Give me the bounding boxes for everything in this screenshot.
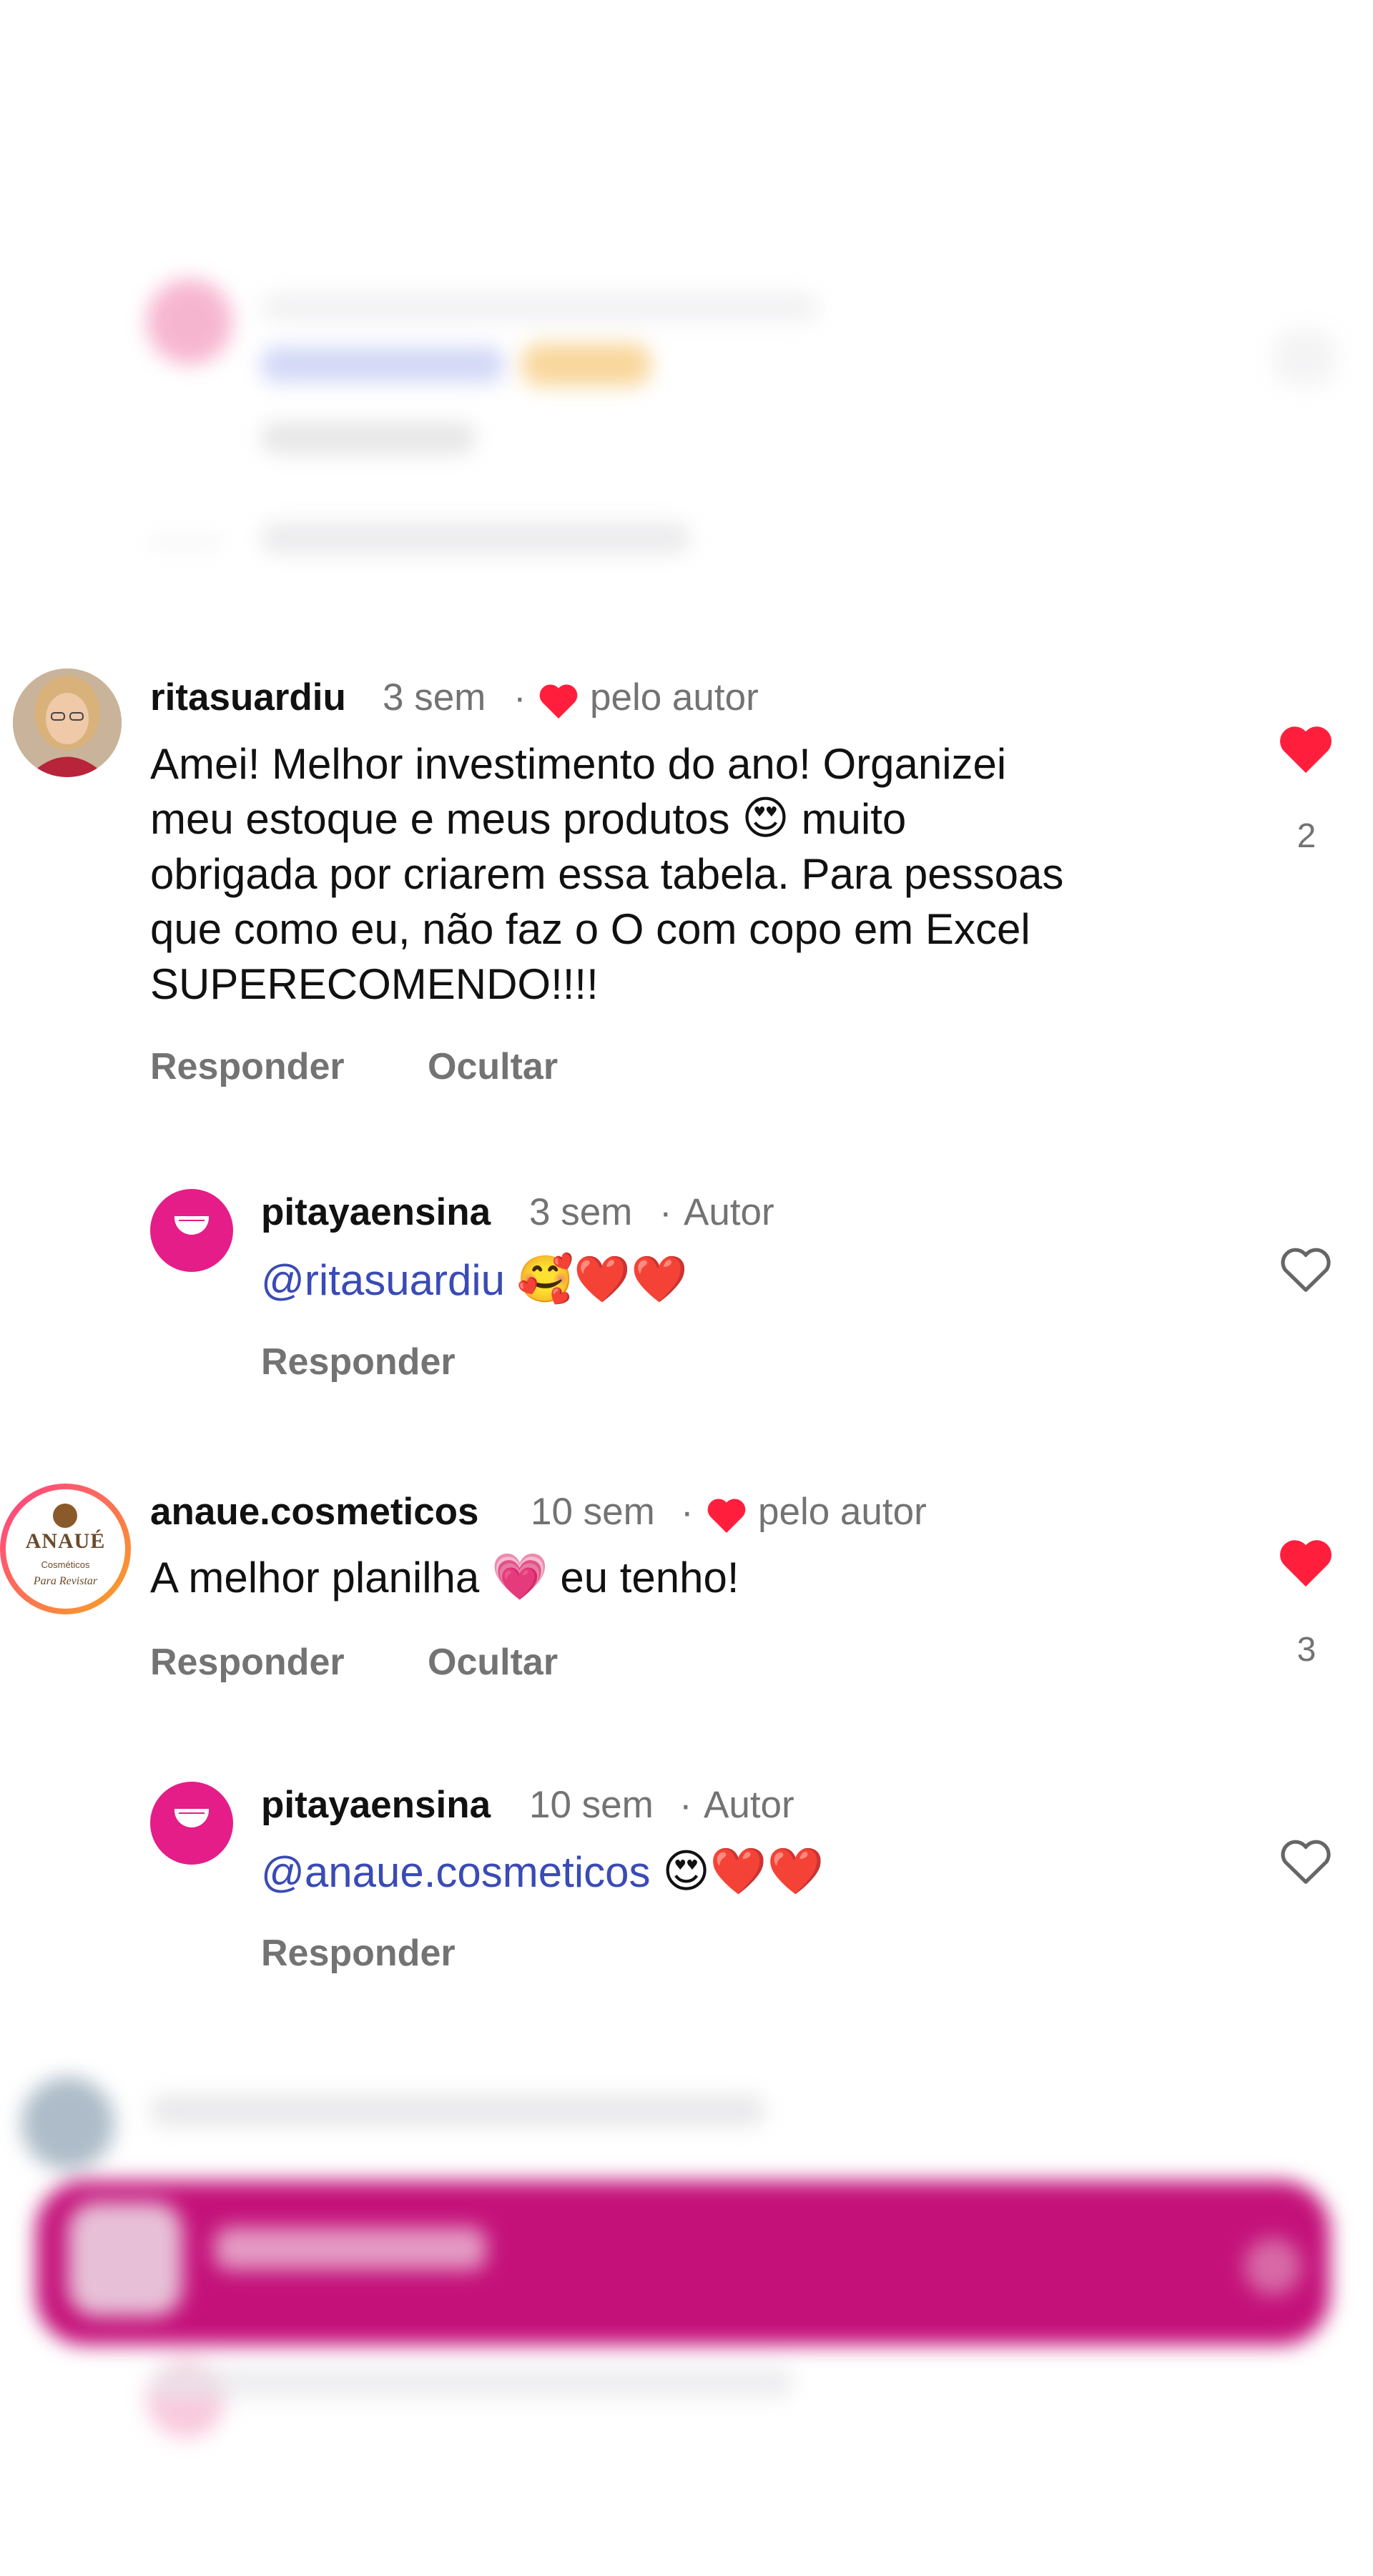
reply-button[interactable]: Responder xyxy=(150,1641,345,1684)
like-heart-icon[interactable] xyxy=(1278,724,1334,777)
pink-heart-emoji: 💗 xyxy=(491,1551,548,1604)
blurred-previous-comment xyxy=(0,236,1373,608)
liked-by-author-heart-icon xyxy=(538,683,579,722)
reply-username[interactable]: pitayaensina xyxy=(261,1190,491,1234)
comment-line: obrigada por criarem essa tabela. Para p… xyxy=(150,850,1064,898)
comment-text: eu tenho! xyxy=(560,1554,739,1602)
author-tag: Autor xyxy=(704,1784,794,1826)
avatar-sub-text: Cosméticos xyxy=(41,1559,90,1570)
reply-body: @ritasuardiu 🥰❤️❤️ xyxy=(261,1253,688,1308)
comment-username[interactable]: ritasuardiu xyxy=(150,676,346,719)
reply-button[interactable]: Responder xyxy=(261,1341,456,1383)
mention-link[interactable]: @anaue.cosmeticos xyxy=(261,1848,651,1896)
blurred-notification-area xyxy=(0,2059,1373,2459)
comment-time: 3 sem xyxy=(383,676,486,719)
comment-time: 10 sem xyxy=(531,1491,655,1533)
reply-username[interactable]: pitayaensina xyxy=(261,1783,491,1827)
comment-body: Amei! Melhor investimento do ano! Organi… xyxy=(150,736,1266,1012)
hide-button[interactable]: Ocultar xyxy=(428,1641,558,1684)
avatar-anaue-cosmeticos[interactable]: ANAUÉ Cosméticos Para Revistar xyxy=(0,1484,131,1614)
comment-line: meu estoque e meus produtos 😍 muito xyxy=(150,791,1266,847)
hide-button[interactable]: Ocultar xyxy=(428,1045,558,1088)
reply-time: 10 sem xyxy=(529,1784,654,1826)
comment-body: A melhor planilha 💗 eu tenho! xyxy=(150,1550,739,1605)
reply-button[interactable]: Responder xyxy=(150,1045,345,1088)
avatar-pitayaensina[interactable] xyxy=(150,1782,233,1865)
comment-username[interactable]: anaue.cosmeticos xyxy=(150,1490,479,1534)
comment-line-part: meu estoque e meus produtos xyxy=(150,795,730,843)
avatar-ritasuardiu[interactable] xyxy=(13,668,122,777)
liked-by-author-label: pelo autor xyxy=(590,676,759,719)
brand-seed-icon xyxy=(53,1504,77,1528)
like-heart-outline-icon[interactable] xyxy=(1278,1836,1334,1890)
reply-body: @anaue.cosmeticos 😍❤️❤️ xyxy=(261,1845,824,1900)
meta-separator: · xyxy=(681,1491,694,1533)
like-heart-icon[interactable] xyxy=(1278,1537,1334,1591)
reply-button[interactable]: Responder xyxy=(261,1932,456,1975)
comment-line: Amei! Melhor investimento do ano! Organi… xyxy=(150,740,1007,788)
meta-separator: · xyxy=(513,676,526,719)
emoji-group: 🥰❤️❤️ xyxy=(516,1253,688,1306)
meta-separator: · xyxy=(679,1784,692,1826)
comment-line: que como eu, não faz o O com copo em Exc… xyxy=(150,905,1030,953)
like-count: 2 xyxy=(1296,817,1317,855)
comment-text: A melhor planilha xyxy=(150,1554,480,1602)
avatar-brand-text: ANAUÉ xyxy=(25,1529,106,1553)
liked-by-author-label: pelo autor xyxy=(758,1491,927,1533)
liked-by-author-heart-icon xyxy=(706,1497,747,1536)
heart-eyes-emoji: 😍 xyxy=(742,792,789,845)
comment-line-part: muito xyxy=(801,795,907,843)
author-tag: Autor xyxy=(684,1191,774,1233)
like-count: 3 xyxy=(1296,1631,1317,1669)
avatar-script-text: Para Revistar xyxy=(33,1575,98,1587)
reply-time: 3 sem xyxy=(529,1191,633,1233)
avatar-pitayaensina[interactable] xyxy=(150,1189,233,1272)
meta-separator: · xyxy=(659,1191,672,1233)
like-heart-outline-icon[interactable] xyxy=(1278,1244,1334,1298)
emoji-group: 😍❤️❤️ xyxy=(662,1845,825,1898)
mention-link[interactable]: @ritasuardiu xyxy=(261,1256,505,1304)
comment-line: SUPERECOMENDO!!!! xyxy=(150,960,599,1008)
